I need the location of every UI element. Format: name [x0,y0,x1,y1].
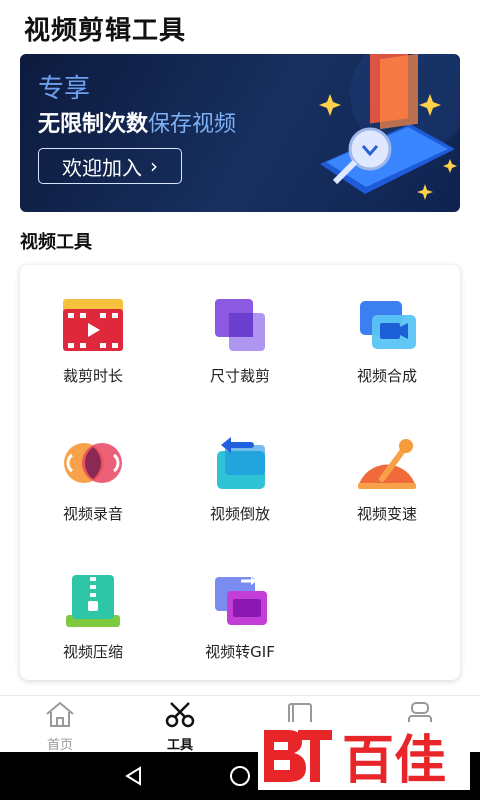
tool-video-compress[interactable]: 视频压缩 [20,573,166,673]
tool-crop-size[interactable]: 尺寸裁剪 [167,297,313,397]
scissors-icon [165,702,195,728]
film-trim-icon [63,299,123,351]
back-triangle-icon[interactable] [122,764,146,788]
banner-headline-main: 无限制次数 [38,112,149,137]
tools-card: 裁剪时长 尺寸裁剪 视频合成 视频录音 视频倒放 视频变速 视频压缩 视频转GI… [20,265,460,680]
tool-video-merge[interactable]: 视频合成 [314,297,460,397]
banner-headline: 无限制次数保存视频 [38,106,236,138]
tool-label: 视频倒放 [209,505,270,523]
bt-logo-icon: 百佳 [264,730,446,791]
tool-label: 视频合成 [356,367,417,385]
video-merge-icon [360,301,416,349]
tab-label: 工具 [166,738,193,753]
section-title: 视频工具 [20,232,92,253]
watermark-logo: 百佳 [258,722,470,791]
gif-convert-icon [215,577,267,625]
audio-record-icon [64,443,122,483]
chevron-right-icon: › [150,154,158,178]
tab-label: 首页 [46,738,73,753]
crop-size-icon [215,299,265,351]
tool-label: 视频压缩 [62,643,123,661]
tool-label: 裁剪时长 [62,367,123,385]
tool-label: 尺寸裁剪 [209,367,270,385]
banner-illustration-icon [319,54,460,200]
tab-tools[interactable]: 工具 [140,700,220,753]
speed-dial-icon [358,439,416,489]
banner-headline-highlight: 保存视频 [148,112,237,137]
tool-label: 视频录音 [62,505,123,523]
home-icon [46,701,74,727]
tool-label: 视频转GIF [205,643,275,661]
watermark-text: 百佳 [342,731,446,790]
home-circle-icon[interactable] [228,764,252,788]
reverse-play-icon [217,437,265,489]
tool-video-record[interactable]: 视频录音 [20,435,166,535]
tool-trim-duration[interactable]: 裁剪时长 [20,297,166,397]
zip-compress-icon [66,575,120,627]
tab-home[interactable]: 首页 [20,700,100,753]
promo-banner[interactable]: 专享 无限制次数保存视频 欢迎加入 › [20,54,460,212]
tool-video-speed[interactable]: 视频变速 [314,435,460,535]
join-button[interactable]: 欢迎加入 › [38,148,182,184]
tool-label: 视频变速 [356,505,417,523]
join-button-label: 欢迎加入 [62,155,142,180]
banner-tag: 专享 [38,74,91,104]
tool-video-to-gif[interactable]: 视频转GIF [167,573,313,673]
tool-video-reverse[interactable]: 视频倒放 [167,435,313,535]
page-title: 视频剪辑工具 [24,16,187,46]
